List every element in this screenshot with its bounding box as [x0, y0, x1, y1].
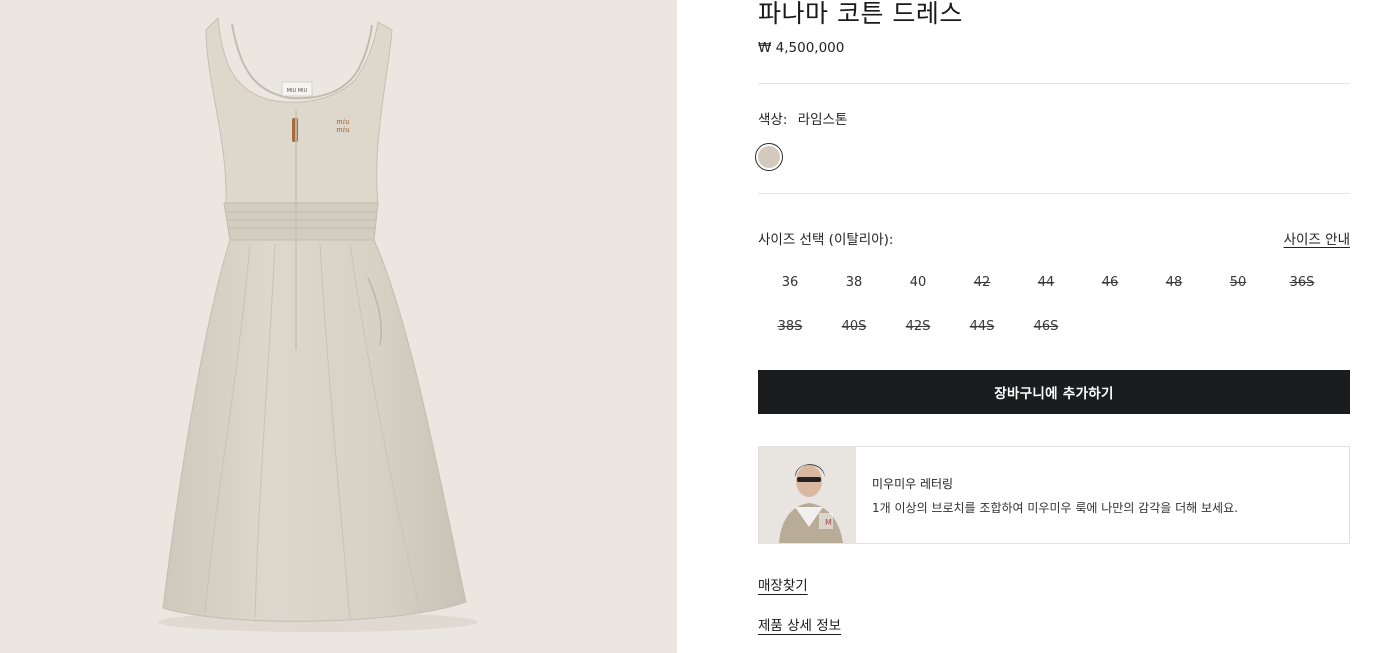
color-selection-label: 색상: 라임스톤 [758, 108, 847, 128]
lettering-promo-card[interactable]: M 미우미우 레터링 1개 이상의 브로치를 조합하여 미우미우 룩에 나만의 … [758, 446, 1350, 544]
size-option[interactable]: 46S [1014, 312, 1078, 340]
product-image[interactable]: MIU MIU miu miu [0, 0, 677, 653]
size-option[interactable]: 42S [886, 312, 950, 340]
size-option[interactable]: 44 [1014, 268, 1078, 296]
dress-illustration: MIU MIU miu miu [158, 16, 478, 632]
color-value: 라임스톤 [797, 112, 848, 128]
size-option[interactable]: 36S [1270, 268, 1334, 296]
divider [758, 193, 1350, 194]
size-option[interactable]: 40S [822, 312, 886, 340]
svg-text:miu: miu [336, 118, 350, 126]
swatch-fill [758, 146, 780, 168]
product-price: ₩ 4,500,000 [758, 40, 845, 56]
size-option[interactable]: 48 [1142, 268, 1206, 296]
product-title: 파나마 코튼 드레스 [758, 0, 963, 28]
promo-image: M [759, 447, 856, 543]
size-option[interactable]: 40 [886, 268, 950, 296]
size-options: 36 38 40 42 44 46 48 50 36S 38S 40S 42S 44S 46S [758, 268, 1350, 340]
promo-text: 미우미우 레터링 1개 이상의 브로치를 조합하여 미우미우 룩에 나만의 감각… [856, 447, 1238, 543]
store-finder-link[interactable]: 매장찾기 [758, 574, 808, 594]
size-option[interactable]: 50 [1206, 268, 1270, 296]
dress-label-text: MIU MIU [287, 88, 308, 94]
color-label: 색상: [758, 112, 788, 128]
divider [758, 83, 1350, 84]
promo-title: 미우미우 레터링 [872, 477, 954, 491]
size-guide-link[interactable]: 사이즈 안내 [1284, 228, 1350, 248]
svg-text:M: M [825, 518, 832, 527]
size-option[interactable]: 44S [950, 312, 1014, 340]
svg-text:miu: miu [336, 126, 350, 134]
size-option[interactable]: 42 [950, 268, 1014, 296]
product-details-link[interactable]: 제품 상세 정보 [758, 614, 841, 634]
size-option[interactable]: 38 [822, 268, 886, 296]
size-option[interactable]: 38S [758, 312, 822, 340]
add-to-cart-button[interactable]: 장바구니에 추가하기 [758, 370, 1350, 414]
size-option[interactable]: 36 [758, 268, 822, 296]
size-heading: 사이즈 선택 (이탈리아): [758, 232, 894, 248]
color-swatch-limestone[interactable] [755, 143, 783, 171]
size-option[interactable]: 46 [1078, 268, 1142, 296]
promo-description: 1개 이상의 브로치를 조합하여 미우미우 룩에 나만의 감각을 더해 보세요. [872, 501, 1238, 515]
